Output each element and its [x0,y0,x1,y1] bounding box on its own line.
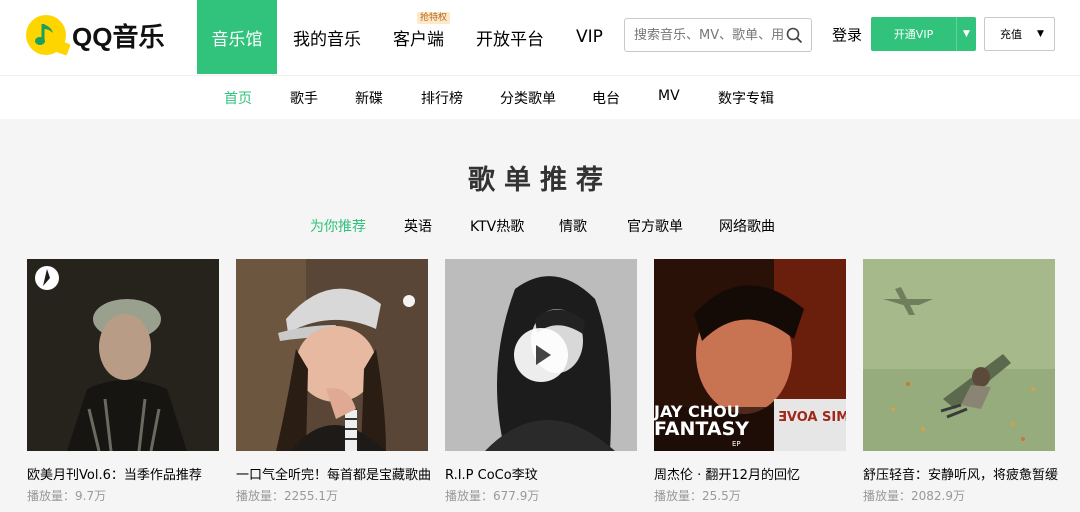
cover-image: JAY CHOU FANTASY EP ƎVOA SIMPLE [654,259,846,451]
sub-nav: 首页 歌手 新碟 排行榜 分类歌单 电台 MV 数字专辑 [0,75,1080,119]
play-count: 播放量：9.7万 [27,489,107,503]
privilege-badge: 抢特权 [416,12,450,24]
album-art-back: ƎVOA SIMPLE [778,410,846,425]
playlist-title[interactable]: 舒压轻音：安静听风，将疲惫暂缓 [863,464,1058,483]
search-input[interactable] [625,19,785,51]
nav-label: 开放平台 [476,29,544,50]
playlist-card[interactable]: R.I.P CoCo李玟 播放量：677.9万 [445,259,637,504]
cover-image [863,259,1055,451]
playlist-card[interactable]: 欧美月刊Vol.6：当季作品推荐 播放量：9.7万 [27,259,219,504]
album-art-title: FANTASY [654,418,749,440]
nav-music-hall[interactable]: 音乐馆 [197,0,277,74]
nav-vip[interactable]: VIP [560,0,619,74]
play-icon[interactable] [514,328,568,382]
nav-label: 我的音乐 [293,29,361,50]
caret-down-icon[interactable]: ▼ [956,17,976,51]
playlist-card[interactable]: 一口气全听完！每首都是宝藏歌曲 播放量：2255.1万 [236,259,431,504]
nav-open-platform[interactable]: 开放平台 [460,0,560,74]
qq-music-logo[interactable]: QQ音乐 [26,15,165,56]
main-nav: 音乐馆 我的音乐 客户端 抢特权 开放平台 VIP [197,0,619,74]
play-count: 播放量：677.9万 [445,489,540,503]
playlist-card[interactable]: 舒压轻音：安静听风，将疲惫暂缓 播放量：2082.9万 [863,259,1058,504]
play-count: 播放量：2082.9万 [863,489,965,503]
open-vip-button[interactable]: 开通VIP ▼ [871,17,976,51]
cover-image [27,259,219,451]
subnav-home[interactable]: 首页 [224,88,252,108]
brand-name: QQ音乐 [72,21,165,52]
subnav-charts[interactable]: 排行榜 [421,88,463,108]
playlist-title[interactable]: 周杰伦 · 翻开12月的回忆 [654,464,849,483]
nav-my-music[interactable]: 我的音乐 [277,0,377,74]
playlist-title[interactable]: R.I.P CoCo李玟 [445,464,640,483]
play-count: 播放量：2255.1万 [236,489,338,503]
music-note-icon [26,15,71,56]
playlist-card[interactable]: JAY CHOU FANTASY EP ƎVOA SIMPLE 周杰伦 · 翻开… [654,259,846,504]
top-header: QQ音乐 音乐馆 我的音乐 客户端 抢特权 开放平台 VIP 登录 开通VIP … [0,0,1080,75]
playlist-title[interactable]: 欧美月刊Vol.6：当季作品推荐 [27,464,222,483]
tab-official[interactable]: 官方歌单 [627,216,683,236]
open-vip-label: 开通VIP [893,28,934,41]
playlist-cover[interactable] [27,259,219,451]
playlist-cover[interactable] [863,259,1055,451]
nav-client[interactable]: 客户端 抢特权 [377,0,460,74]
play-count: 播放量：25.5万 [654,489,741,503]
section-title: 歌单推荐 [468,165,612,196]
caret-down-icon: ▼ [1037,29,1044,39]
playlist-cover[interactable]: JAY CHOU FANTASY EP ƎVOA SIMPLE [654,259,846,451]
subnav-radio[interactable]: 电台 [592,88,620,108]
cover-image [236,259,428,451]
tab-recommended[interactable]: 为你推荐 [310,216,366,236]
subnav-new-albums[interactable]: 新碟 [355,88,383,108]
subnav-singers[interactable]: 歌手 [290,88,318,108]
playlist-title[interactable]: 一口气全听完！每首都是宝藏歌曲 [236,464,431,483]
album-art-ep: EP [732,440,741,448]
search-box [624,18,812,52]
login-link[interactable]: 登录 [832,24,862,45]
search-icon[interactable] [786,27,803,44]
playlist-cover[interactable] [236,259,428,451]
playlist-cover[interactable] [445,259,637,451]
tab-english[interactable]: 英语 [404,216,432,236]
tab-ktv[interactable]: KTV热歌 [470,216,524,236]
nav-label: VIP [576,27,603,47]
subnav-mv[interactable]: MV [658,88,680,104]
recharge-button[interactable]: 充值 ▼ [984,17,1055,51]
nav-label: 音乐馆 [211,29,263,50]
tab-love-songs[interactable]: 情歌 [559,216,587,236]
subnav-digital-albums[interactable]: 数字专辑 [718,88,774,108]
tab-internet[interactable]: 网络歌曲 [719,216,775,236]
recharge-label: 充值 [1000,28,1022,41]
subnav-categories[interactable]: 分类歌单 [500,88,556,108]
nav-label: 客户端 [393,29,444,50]
